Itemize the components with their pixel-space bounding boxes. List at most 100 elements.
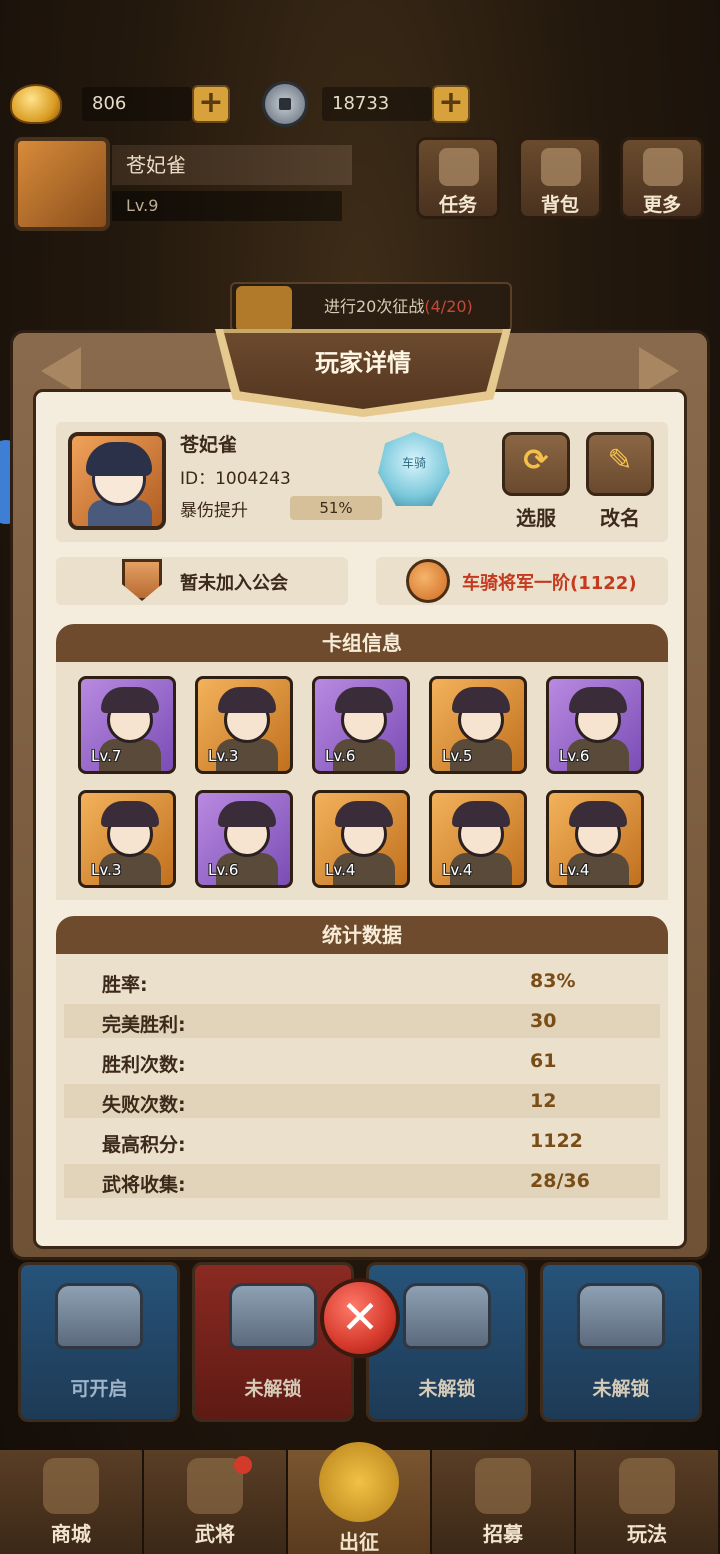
hero-card[interactable]: Lv.6 [312, 676, 410, 774]
stat-value: 30 [530, 1010, 557, 1032]
stat-label: 失败次数: [102, 1094, 186, 1116]
stat-label: 武将收集: [102, 1174, 186, 1196]
nav-label: 出征 [339, 1530, 379, 1554]
deck-grid: Lv.7 Lv.3 Lv.6 Lv.5 Lv.6 Lv.3 Lv.6 Lv.4 Lv.4 Lv.4 [78, 676, 648, 888]
pouch-icon [406, 559, 450, 603]
chest-icon [55, 1283, 143, 1349]
hero-card[interactable]: Lv.7 [78, 676, 176, 774]
guild-status[interactable]: 暂未加入公会 [56, 557, 348, 605]
hero-level: Lv.5 [442, 747, 473, 765]
hero-hair [335, 687, 393, 713]
hero-card[interactable]: Lv.3 [78, 790, 176, 888]
nav-label: 武将 [195, 1522, 235, 1546]
nav-shop[interactable]: 商城 [0, 1450, 144, 1554]
nav-generals[interactable]: 武将 [144, 1450, 288, 1554]
resource-bar: 806 + 18733 + [0, 70, 720, 140]
more-label: 更多 [642, 194, 681, 216]
hero-card[interactable]: Lv.4 [546, 790, 644, 888]
nav-battle[interactable]: 出征 [288, 1442, 432, 1554]
player-level: Lv.9 [112, 191, 342, 221]
tasks-button[interactable]: 任务 [416, 137, 500, 219]
avatar-hair [86, 442, 152, 476]
bottom-nav: 商城 武将 出征 招募 玩法 [0, 1442, 720, 1554]
bag-button[interactable]: 背包 [518, 137, 602, 219]
deck-section-header: 卡组信息 [56, 624, 668, 662]
add-copper-button[interactable]: + [432, 85, 470, 123]
stat-label: 完美胜利: [102, 1014, 186, 1036]
bag-label: 背包 [540, 194, 579, 216]
hero-level: Lv.6 [559, 747, 590, 765]
crit-value: 51% [290, 496, 382, 520]
rank-emblem-icon: 车骑 [378, 432, 450, 506]
guild-shield-icon [122, 559, 162, 601]
nav-label: 玩法 [627, 1522, 667, 1546]
hero-hair [569, 801, 627, 827]
more-button[interactable]: 更多 [620, 137, 704, 219]
chest-slot-1[interactable]: 可开启 [18, 1262, 180, 1422]
stats-section-header: 统计数据 [56, 916, 668, 954]
hero-level: Lv.4 [559, 861, 590, 879]
hero-card[interactable]: Lv.5 [429, 676, 527, 774]
nav-recruit[interactable]: 招募 [432, 1450, 576, 1554]
stat-value: 28/36 [530, 1170, 590, 1192]
chest-icon [577, 1283, 665, 1349]
gold-resource: 806 + [10, 84, 230, 124]
hero-card[interactable]: Lv.6 [195, 790, 293, 888]
hero-level: Lv.3 [91, 861, 122, 879]
guild-text: 暂未加入公会 [180, 573, 288, 594]
nav-modes[interactable]: 玩法 [576, 1450, 720, 1554]
stat-row: 武将收集: 28/36 [64, 1164, 660, 1198]
stats-section: 胜率: 83% 完美胜利: 30 胜利次数: 61 失败次数: 12 最高积分: 1122 武将收集… [56, 954, 668, 1220]
stat-label: 胜率: [102, 974, 148, 996]
hero-hair [569, 687, 627, 713]
chest-icon [229, 1283, 317, 1349]
hero-level: Lv.3 [208, 747, 239, 765]
hero-level: Lv.6 [325, 747, 356, 765]
nav-label: 招募 [483, 1522, 523, 1546]
palace-icon [619, 1458, 675, 1514]
change-server-label: 选服 [516, 506, 556, 530]
quest-banner[interactable]: 进行20次征战(4/20) [230, 282, 512, 332]
rename-label: 改名 [600, 506, 640, 530]
rank-emblem-text: 车骑 [401, 456, 426, 470]
gold-reward-icon [236, 286, 292, 332]
add-gold-button[interactable]: + [192, 85, 230, 123]
hero-card[interactable]: Lv.4 [312, 790, 410, 888]
player-details-modal: 苍妃雀 ID：1004243 暴伤提升 51% 车骑 ⟳ 选服 ✎ 改名 暂未加… [10, 329, 710, 1260]
menu-icon [643, 148, 683, 186]
gold-ingot-icon [10, 84, 62, 124]
tasks-label: 任务 [438, 194, 477, 216]
change-server-button[interactable]: ⟳ [502, 432, 570, 496]
avatar[interactable] [14, 137, 110, 231]
hero-hair [452, 687, 510, 713]
stat-value: 1122 [530, 1130, 583, 1152]
battle-medal-icon [319, 1442, 399, 1522]
hero-level: Lv.7 [91, 747, 122, 765]
stat-row: 完美胜利: 30 [64, 1004, 660, 1038]
hero-card[interactable]: Lv.3 [195, 676, 293, 774]
chest-slot-4[interactable]: 未解锁 [540, 1262, 702, 1422]
copper-amount: 18733 [322, 87, 432, 121]
rename-button[interactable]: ✎ [586, 432, 654, 496]
player-name: 苍妃雀 [112, 145, 352, 185]
chest-label: 可开启 [70, 1378, 128, 1400]
rank-title[interactable]: 车骑将军一阶(1122) [376, 557, 668, 605]
player-profile[interactable]: 苍妃雀 Lv.9 [14, 137, 352, 231]
stat-value: 12 [530, 1090, 557, 1112]
stat-row: 胜利次数: 61 [64, 1044, 660, 1078]
close-button[interactable]: ✕ [320, 1278, 400, 1358]
shop-icon [43, 1458, 99, 1514]
hero-hair [452, 801, 510, 827]
hero-card[interactable]: Lv.6 [546, 676, 644, 774]
hero-level: Lv.4 [325, 861, 356, 879]
deck-section: Lv.7 Lv.3 Lv.6 Lv.5 Lv.6 Lv.3 Lv.6 Lv.4 Lv.4 Lv.4 [56, 662, 668, 900]
hero-card[interactable]: Lv.4 [429, 790, 527, 888]
hero-hair [218, 801, 276, 827]
hero-hair [218, 687, 276, 713]
scroll-icon [439, 148, 479, 186]
bag-icon [541, 148, 581, 186]
stat-value: 83% [530, 970, 576, 992]
chest-label: 未解锁 [592, 1378, 650, 1400]
stat-label: 胜利次数: [102, 1054, 186, 1076]
hero-level: Lv.6 [208, 861, 239, 879]
